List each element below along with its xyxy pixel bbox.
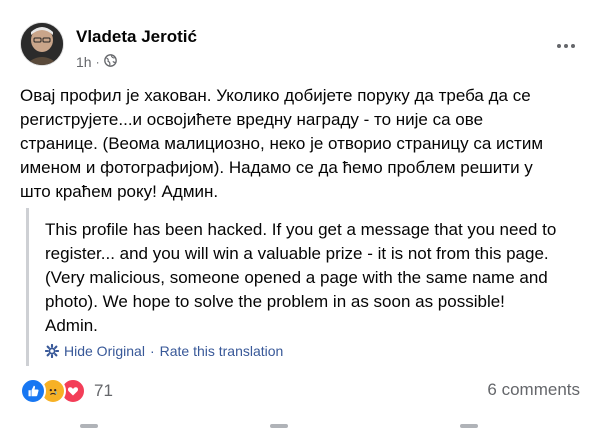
- post-meta: 1h ·: [76, 54, 117, 70]
- post-time[interactable]: 1h: [76, 54, 92, 70]
- like-icon: [20, 378, 46, 404]
- action-bar-partial: [60, 424, 540, 430]
- translation-links: Hide Original · Rate this translation: [44, 343, 284, 359]
- post-footer: 71 6 comments: [20, 376, 580, 406]
- comments-count-link[interactable]: 6 comments: [487, 380, 580, 400]
- post-text: Овај профил је хакован. Уколико добијете…: [20, 86, 544, 201]
- links-separator: ·: [149, 343, 155, 359]
- gear-icon: [44, 343, 60, 359]
- reactions-summary[interactable]: 71: [20, 378, 113, 404]
- hide-original-link[interactable]: Hide Original: [64, 343, 145, 359]
- avatar[interactable]: [20, 22, 64, 66]
- globe-icon[interactable]: [103, 54, 117, 70]
- translation-block: This profile has been hacked. If you get…: [26, 208, 581, 366]
- translation-text: This profile has been hacked. If you get…: [45, 220, 557, 335]
- author-name[interactable]: Vladeta Jerotić: [76, 27, 197, 47]
- post-header: Vladeta Jerotić 1h ·: [20, 22, 580, 78]
- reaction-count: 71: [94, 381, 113, 400]
- more-options-icon[interactable]: [552, 36, 580, 56]
- meta-separator: ·: [95, 55, 100, 69]
- rate-translation-link[interactable]: Rate this translation: [160, 343, 284, 359]
